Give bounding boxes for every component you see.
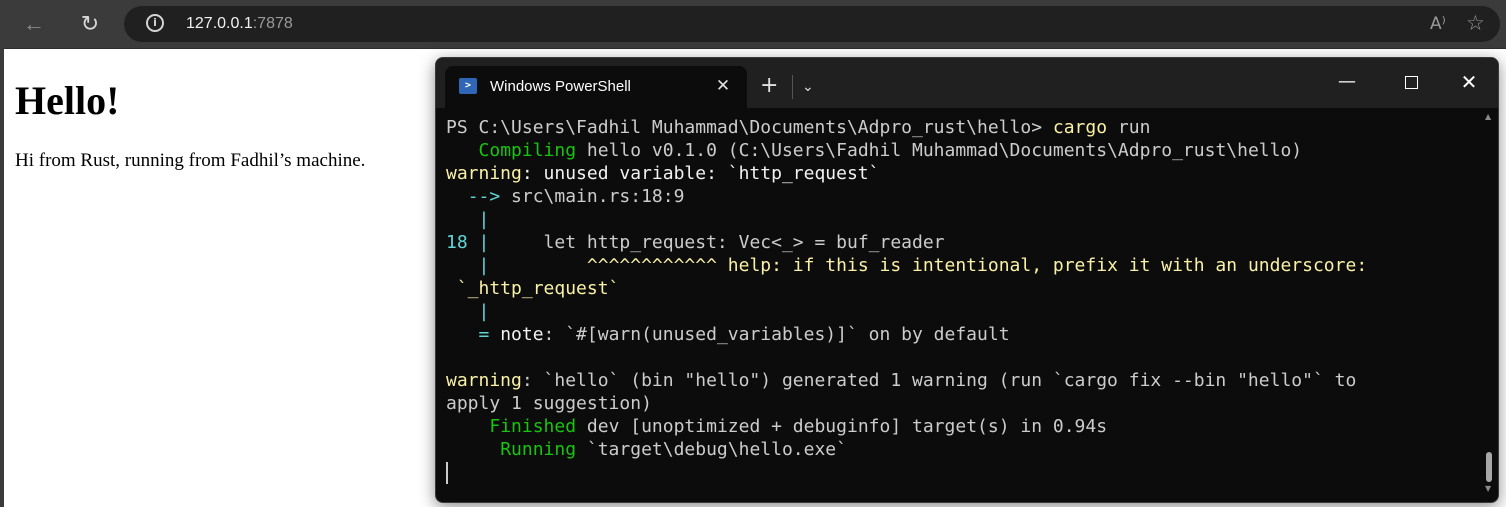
- terminal-text: |: [478, 301, 490, 322]
- maximize-button[interactable]: [1388, 67, 1434, 99]
- close-window-button[interactable]: ✕: [1446, 67, 1492, 99]
- back-arrow-icon[interactable]: ←: [20, 10, 48, 38]
- terminal-text: `_http_request`: [446, 278, 620, 299]
- terminal-line: | ^^^^^^^^^^^^ help: if this is intentio…: [446, 254, 1476, 277]
- tab-windows-powershell[interactable]: > Windows PowerShell ✕: [445, 66, 747, 108]
- url-port: :7878: [252, 15, 293, 32]
- text-cursor: [446, 462, 448, 484]
- terminal-text: ^^^^^^^^^^^^ help: if this is intentiona…: [489, 255, 1368, 276]
- window-edge: [0, 48, 4, 507]
- web-page-content: Hello! Hi from Rust, running from Fadhil…: [15, 48, 435, 172]
- terminal-line: |: [446, 300, 1476, 323]
- tab-divider: [792, 75, 793, 99]
- tab-title: Windows PowerShell: [490, 78, 631, 95]
- page-heading: Hello!: [15, 78, 120, 123]
- terminal-text: : unused variable: `http_request`: [521, 163, 880, 184]
- terminal-line: PS C:\Users\Fadhil Muhammad\Documents\Ad…: [446, 116, 1476, 139]
- terminal-text: Running: [500, 439, 577, 460]
- terminal-text: dev [unoptimized + debuginfo] target(s) …: [576, 416, 1108, 437]
- terminal-text: warning: [446, 370, 522, 391]
- prompt-line[interactable]: [446, 461, 1476, 484]
- terminal-scrollbar[interactable]: ▲ ▼: [1484, 110, 1494, 500]
- scroll-down-icon[interactable]: ▼: [1485, 484, 1491, 494]
- terminal-text: |: [478, 209, 490, 230]
- address-bar[interactable]: i 127.0.0.1:7878 A⁾ ☆: [124, 6, 1500, 42]
- url-text[interactable]: 127.0.0.1:7878: [186, 14, 293, 34]
- terminal-text: src\main.rs:18:9: [500, 186, 685, 207]
- terminal-text: 18 |: [446, 232, 490, 253]
- minimize-button[interactable]: —: [1324, 67, 1370, 99]
- terminal-text: hello v0.1.0 (C:\Users\Fadhil Muhammad\D…: [576, 140, 1303, 161]
- terminal-text: Compiling: [478, 140, 577, 161]
- read-aloud-icon[interactable]: A⁾: [1430, 14, 1446, 34]
- terminal-text: cargo: [1052, 117, 1108, 138]
- terminal-text: -->: [467, 186, 501, 207]
- favorite-star-icon[interactable]: ☆: [1466, 11, 1485, 35]
- powershell-icon: >: [459, 78, 477, 94]
- terminal-text: =: [478, 324, 490, 345]
- reload-icon[interactable]: ↻: [76, 10, 104, 38]
- browser-toolbar: ← ↻ i 127.0.0.1:7878 A⁾ ☆: [0, 0, 1506, 49]
- terminal-text: apply 1 suggestion): [446, 393, 652, 414]
- terminal-text: : `#[warn(unused_variables)]` on by defa…: [543, 324, 1010, 345]
- terminal-line: --> src\main.rs:18:9: [446, 185, 1476, 208]
- terminal-line: |: [446, 208, 1476, 231]
- close-tab-icon[interactable]: ✕: [711, 74, 735, 98]
- terminal-titlebar[interactable]: > Windows PowerShell ✕ + ⌄ — ✕: [436, 58, 1498, 108]
- terminal-text: |: [478, 255, 490, 276]
- site-info-icon[interactable]: i: [146, 14, 164, 32]
- terminal-text: : `hello` (bin "hello") generated 1 warn…: [521, 370, 1357, 391]
- maximize-icon: [1404, 76, 1418, 89]
- terminal-line: = note: `#[warn(unused_variables)]` on b…: [446, 323, 1476, 346]
- url-host: 127.0.0.1: [186, 15, 253, 32]
- new-tab-icon[interactable]: +: [760, 74, 778, 98]
- terminal-output[interactable]: PS C:\Users\Fadhil Muhammad\Documents\Ad…: [446, 116, 1476, 484]
- scroll-up-icon[interactable]: ▲: [1485, 112, 1491, 122]
- terminal-line: apply 1 suggestion): [446, 392, 1476, 415]
- terminal-line: Finished dev [unoptimized + debuginfo] t…: [446, 415, 1476, 438]
- terminal-text: Finished: [489, 416, 577, 437]
- terminal-line: warning: `hello` (bin "hello") generated…: [446, 369, 1476, 392]
- terminal-text: warning: [446, 163, 522, 184]
- chevron-down-icon[interactable]: ⌄: [802, 77, 814, 97]
- terminal-text: let http_request: Vec<_> = buf_reader: [489, 232, 945, 253]
- terminal-line: Running `target\debug\hello.exe`: [446, 438, 1476, 461]
- terminal-text: PS C:\Users\Fadhil Muhammad\Documents\Ad…: [446, 117, 1053, 138]
- terminal-text: run: [1107, 117, 1151, 138]
- powershell-window[interactable]: > Windows PowerShell ✕ + ⌄ — ✕ PS C:\Use…: [435, 57, 1499, 503]
- terminal-line: `_http_request`: [446, 277, 1476, 300]
- scroll-thumb[interactable]: [1486, 452, 1492, 482]
- terminal-text: `target\debug\hello.exe`: [576, 439, 847, 460]
- terminal-line: warning: unused variable: `http_request`: [446, 162, 1476, 185]
- terminal-text: note: [489, 324, 544, 345]
- terminal-line: Compiling hello v0.1.0 (C:\Users\Fadhil …: [446, 139, 1476, 162]
- terminal-line: 18 | let http_request: Vec<_> = buf_read…: [446, 231, 1476, 254]
- page-paragraph: Hi from Rust, running from Fadhil’s mach…: [15, 150, 366, 171]
